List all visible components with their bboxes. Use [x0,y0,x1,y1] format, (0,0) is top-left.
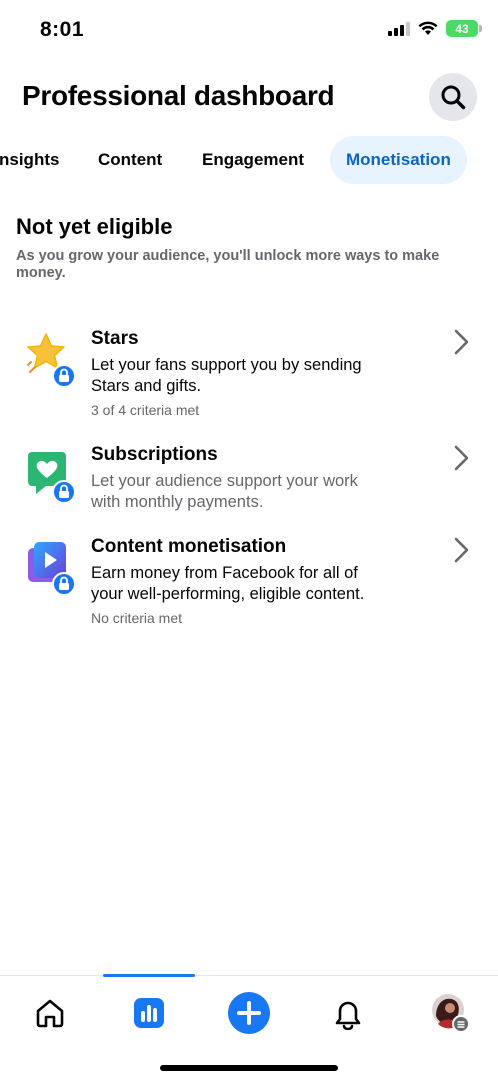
tab-insights[interactable]: nsights [0,136,59,184]
item-title: Content monetisation [91,536,287,557]
home-indicator [160,1065,338,1071]
tab-content[interactable]: Content [98,136,162,184]
battery-charging-icon: 43 [446,20,482,37]
nav-home[interactable] [25,990,75,1036]
section-subtitle: As you grow your audience, you'll unlock… [16,248,486,282]
item-title: Subscriptions [91,444,218,465]
status-bar: 8:01 43 [0,0,498,60]
search-icon [441,85,466,110]
item-description: Let your audience support your work with… [91,471,436,513]
chevron-right-icon [454,329,469,355]
item-description: Let your fans support you by sending Sta… [91,355,436,397]
nav-dashboard[interactable] [124,990,174,1036]
list-item-content-monetisation[interactable]: Content monetisation Earn money from Fac… [0,530,498,634]
cellular-signal-icon [388,21,410,36]
battery-level: 43 [455,21,469,36]
status-icons: 43 [388,20,482,37]
item-description-line1: Earn money from Facebook for all of [91,564,358,582]
item-description-line2: Stars and gifts. [91,377,202,395]
notifications-bell-icon [335,1001,361,1030]
nav-profile[interactable] [424,990,474,1036]
play-video-lock-icon [24,538,78,596]
heart-badge-lock-icon [24,446,78,504]
item-criteria-status: No criteria met [91,610,183,626]
page-title: Professional dashboard [22,80,335,111]
nav-create[interactable] [224,990,274,1036]
item-description-line2: your well-performing, eligible content. [91,585,365,603]
nav-notifications[interactable] [323,990,373,1036]
chevron-right-icon [454,537,469,563]
item-description-line1: Let your audience support your work [91,472,358,490]
section-subtitle-line2: money. [16,265,66,281]
profile-avatar [432,994,470,1033]
tab-monetisation[interactable]: Monetisation [330,136,467,184]
item-description-line1: Let your fans support you by sending [91,356,362,374]
tab-bar: nsights Content Engagement Monetisation [0,136,498,184]
list-item-subscriptions[interactable]: Subscriptions Let your audience support … [0,438,498,522]
item-description: Earn money from Facebook for all of your… [91,563,436,605]
active-tab-indicator [103,974,195,977]
section-title: Not yet eligible [16,214,173,239]
dashboard-icon [134,998,164,1028]
tab-engagement[interactable]: Engagement [202,136,304,184]
wifi-icon [418,21,438,35]
create-plus-icon [228,992,270,1034]
item-criteria-status: 3 of 4 criteria met [91,402,200,418]
item-description-line2: with monthly payments. [91,493,264,511]
bottom-nav [0,974,498,1080]
status-time: 8:01 [40,18,85,41]
search-button[interactable] [429,73,477,121]
list-item-stars[interactable]: Stars Let your fans support you by sendi… [0,322,498,426]
home-icon [36,999,64,1028]
section-subtitle-line1: As you grow your audience, you'll unlock… [16,248,440,264]
item-title: Stars [91,328,139,349]
chevron-right-icon [454,445,469,471]
star-lock-icon [24,330,78,388]
